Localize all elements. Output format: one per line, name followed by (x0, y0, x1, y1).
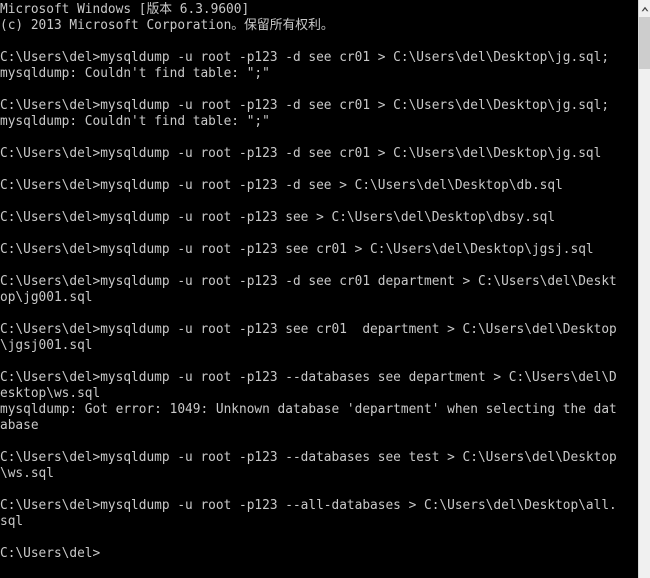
console-line: C:\Users\del>mysqldump -u root -p123 see… (0, 242, 594, 257)
chevron-up-icon (641, 6, 649, 12)
console-line: op\jg001.sql (0, 290, 93, 305)
console-output-area[interactable]: Microsoft Windows [版本 6.3.9600] (c) 2013 … (0, 0, 638, 578)
console-line: \ws.sql (0, 466, 54, 481)
console-line: esktop\ws.sql (0, 386, 101, 401)
console-line: C:\Users\del>mysqldump -u root -p123 --d… (0, 450, 617, 465)
console-line: C:\Users\del>mysqldump -u root -p123 -d … (0, 178, 563, 193)
console-line: mysqldump: Got error: 1049: Unknown data… (0, 402, 617, 417)
console-line: \jgsj001.sql (0, 338, 93, 353)
console-line: C:\Users\del>mysqldump -u root -p123 --a… (0, 498, 617, 513)
console-line: mysqldump: Couldn't find table: ";" (0, 66, 270, 81)
console-line: C:\Users\del>mysqldump -u root -p123 -d … (0, 146, 602, 161)
vertical-scrollbar[interactable] (638, 0, 650, 578)
console-line: C:\Users\del>mysqldump -u root -p123 see… (0, 210, 556, 225)
scrollbar-up-button[interactable] (639, 0, 650, 17)
console-line: Microsoft Windows [版本 6.3.9600] (0, 2, 250, 17)
command-prompt-window: Microsoft Windows [版本 6.3.9600] (c) 2013 … (0, 0, 650, 578)
console-line: (c) 2013 Microsoft Corporation。保留所有权利。 (0, 18, 334, 33)
console-line: C:\Users\del>mysqldump -u root -p123 see… (0, 322, 617, 337)
scrollbar-track[interactable] (639, 17, 650, 578)
console-line: C:\Users\del> (0, 546, 101, 561)
console-line: C:\Users\del>mysqldump -u root -p123 -d … (0, 98, 610, 113)
console-line: abase (0, 418, 39, 433)
console-line: mysqldump: Couldn't find table: ";" (0, 114, 270, 129)
console-line: C:\Users\del>mysqldump -u root -p123 --d… (0, 370, 617, 385)
console-line: sql (0, 514, 24, 529)
console-line: C:\Users\del>mysqldump -u root -p123 -d … (0, 274, 617, 289)
console-line: C:\Users\del>mysqldump -u root -p123 -d … (0, 50, 610, 65)
scrollbar-thumb[interactable] (639, 17, 650, 69)
